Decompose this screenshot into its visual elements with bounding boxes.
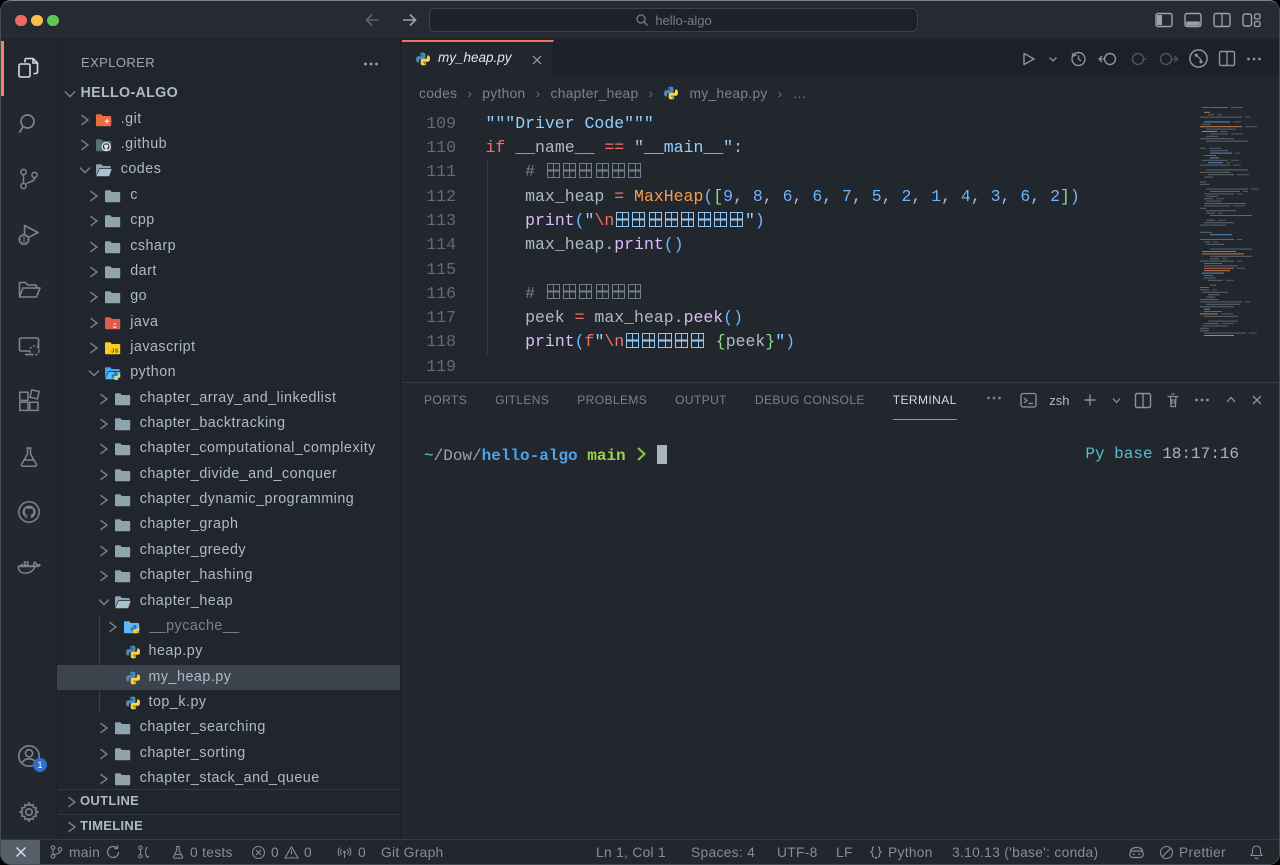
- svg-text:JS: JS: [111, 348, 119, 354]
